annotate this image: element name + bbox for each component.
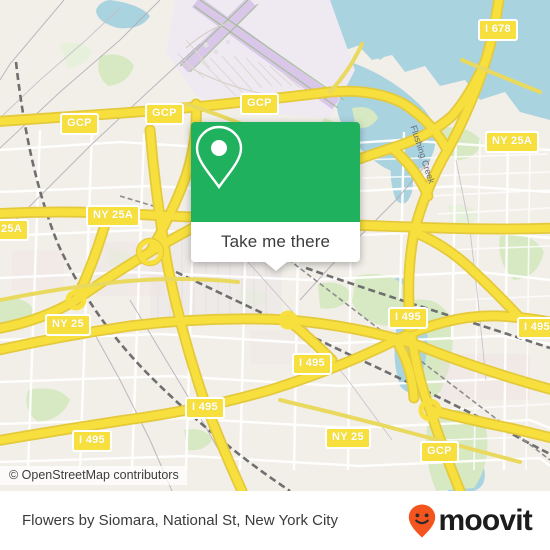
road-shield: I 495 <box>388 307 428 329</box>
callout-pin-area <box>191 122 360 222</box>
moovit-wordmark: moovit <box>438 503 532 537</box>
footer-bar: Flowers by Siomara, National St, New Yor… <box>0 491 550 550</box>
callout-action-area[interactable]: Take me there <box>191 222 360 262</box>
map-screenshot: GCP GCP GCP I 678 NY 25A NY 25A 25A NY 2… <box>0 0 550 550</box>
road-shield: I 495 <box>292 353 332 375</box>
road-shield: 25A <box>0 219 30 241</box>
take-me-there-label: Take me there <box>220 232 331 251</box>
road-shield: NY 25 <box>45 314 91 336</box>
road-shield: I 495 <box>72 430 112 452</box>
road-shield: I 495 <box>185 397 225 419</box>
road-shield: NY 25 <box>325 427 371 449</box>
callout-tail <box>264 262 287 271</box>
location-callout-card[interactable]: Take me there <box>191 122 360 271</box>
map-canvas[interactable]: GCP GCP GCP I 678 NY 25A NY 25A 25A NY 2… <box>0 0 550 491</box>
road-shield: GCP <box>240 93 279 115</box>
road-shield: I 678 <box>478 19 518 41</box>
road-shield: GCP <box>420 441 459 463</box>
map-attribution[interactable]: © OpenStreetMap contributors <box>0 466 187 485</box>
road-shield: NY 25A <box>86 205 141 227</box>
moovit-brand[interactable]: moovit <box>407 503 533 539</box>
place-title: Flowers by Siomara, National St, New Yor… <box>22 512 338 529</box>
map-pin-icon <box>195 125 243 190</box>
moovit-pin-icon <box>409 504 436 537</box>
road-shield: NY 25A <box>485 131 540 153</box>
road-shield: GCP <box>60 113 99 135</box>
road-shield: GCP <box>145 103 184 125</box>
road-shield: I 495 <box>517 317 550 339</box>
